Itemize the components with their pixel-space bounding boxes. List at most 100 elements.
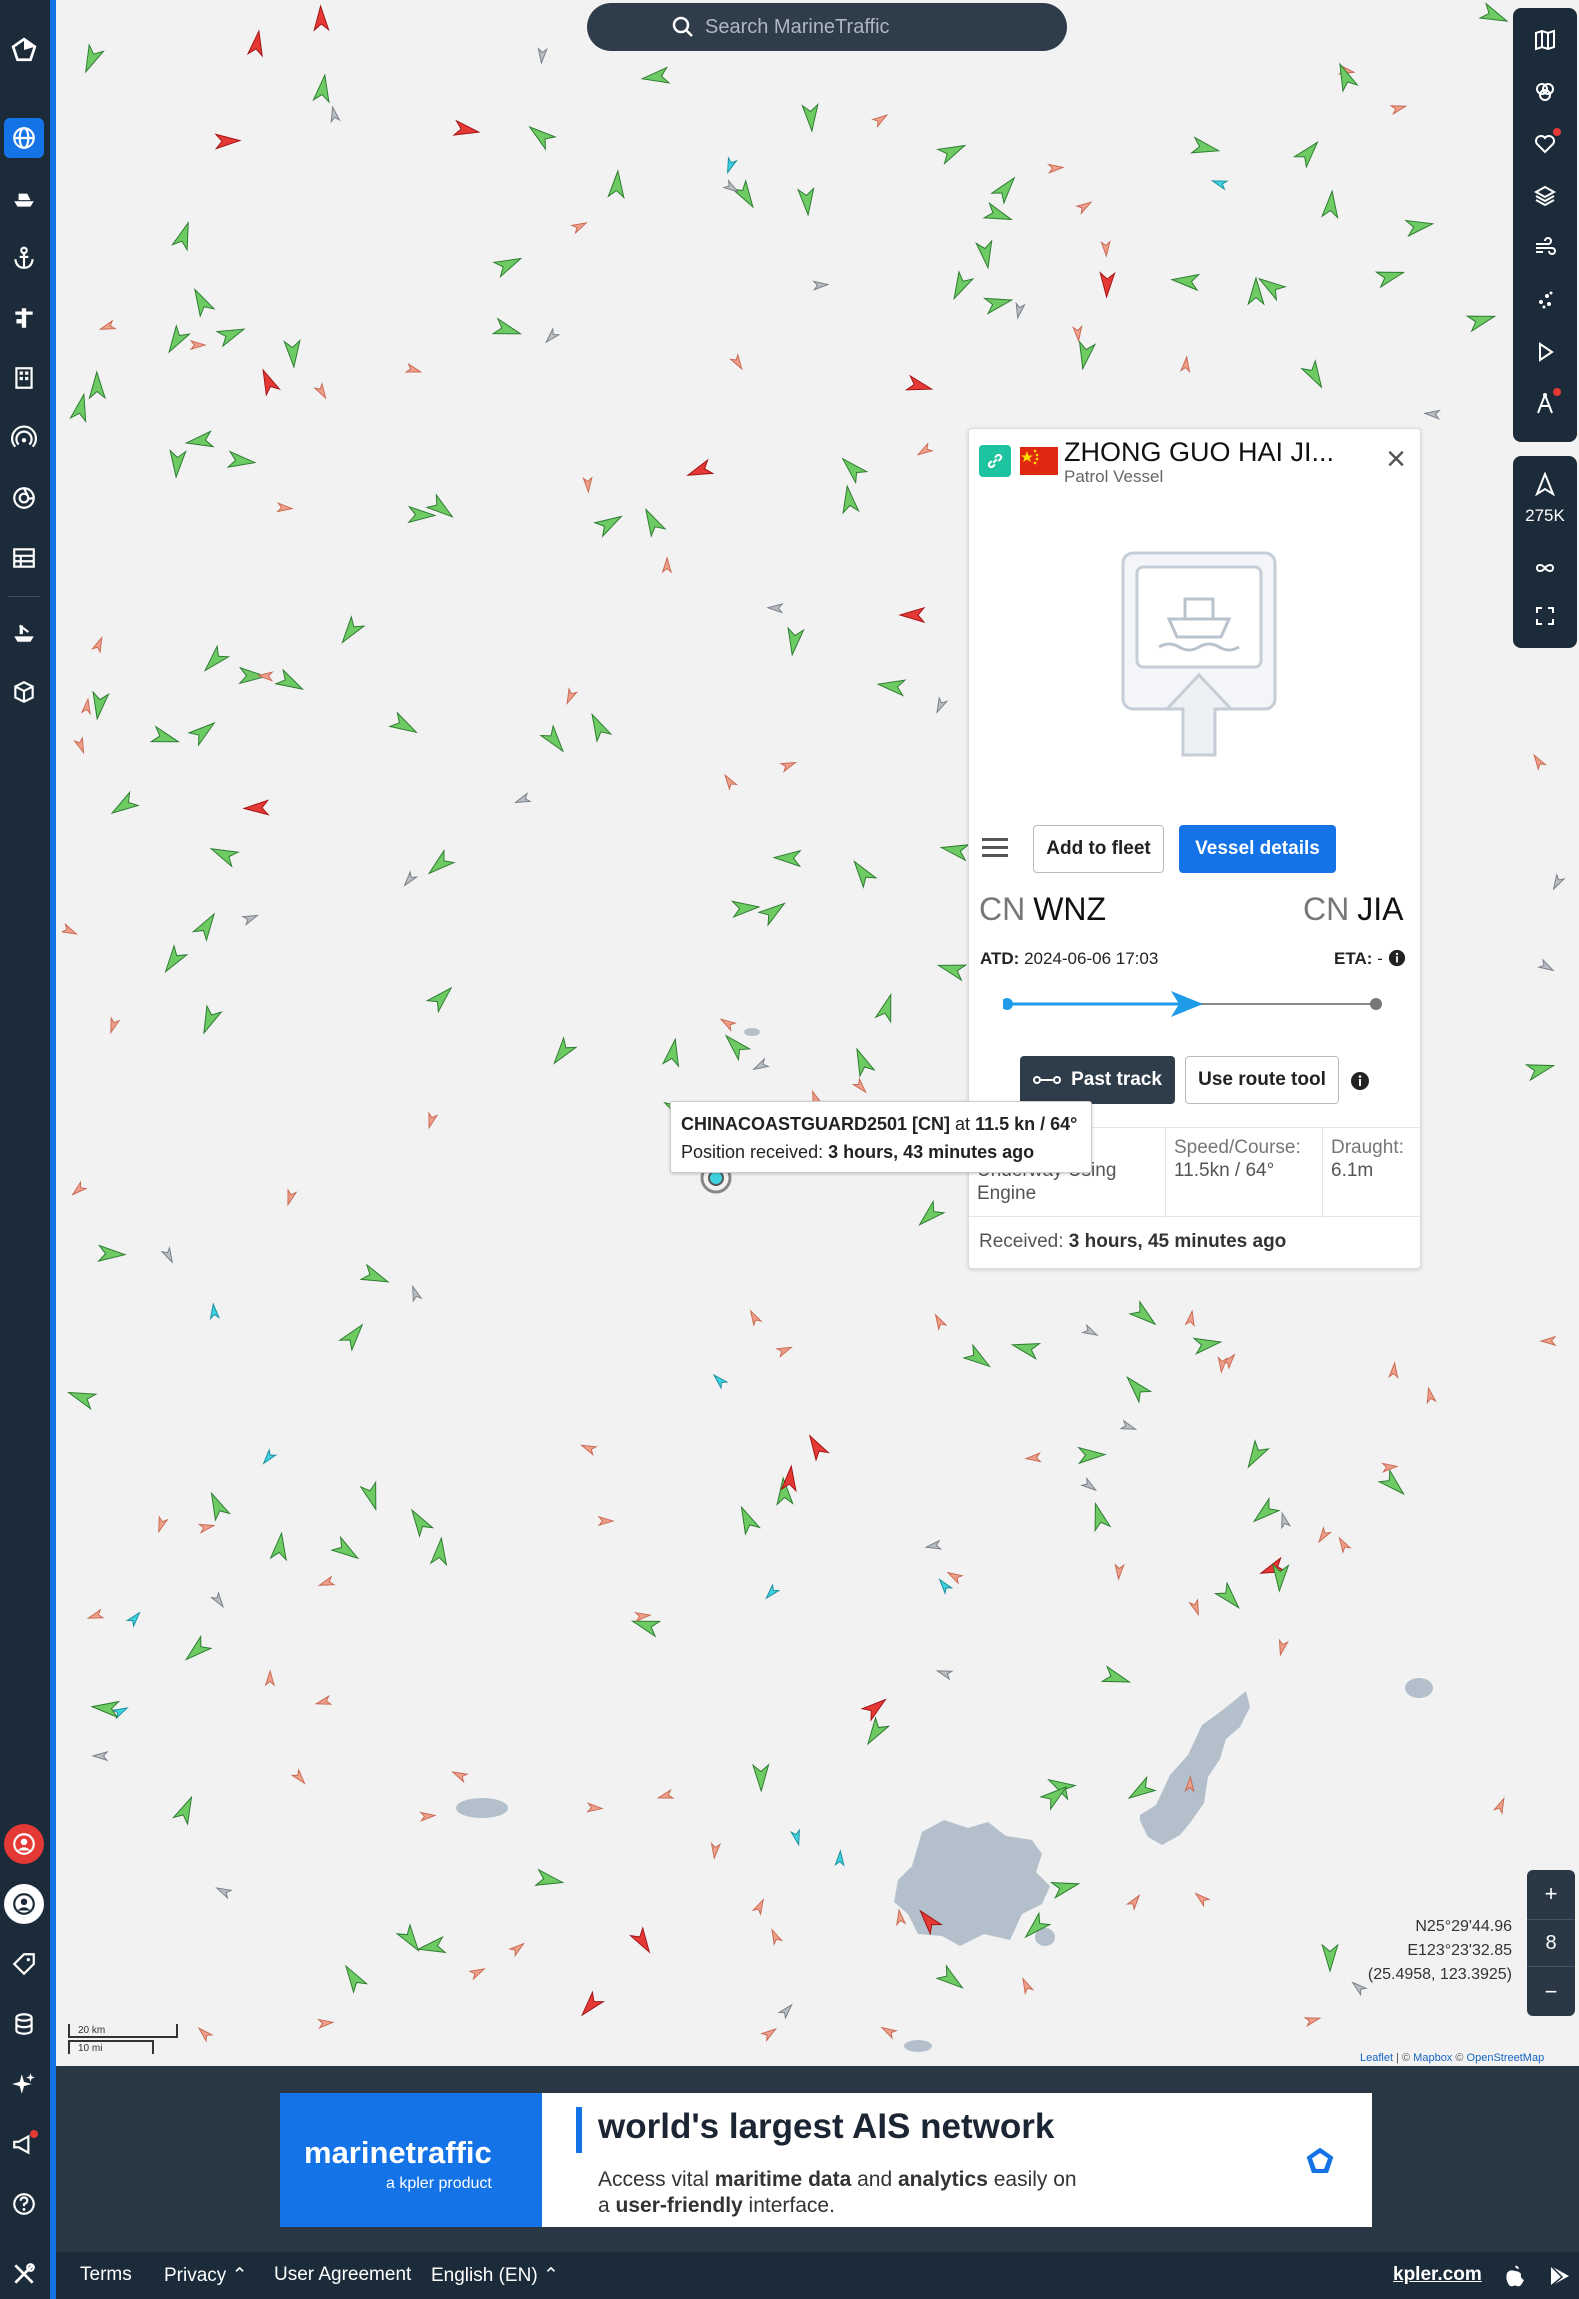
vessel-marker-icon[interactable]	[284, 1188, 298, 1207]
vessel-marker-icon[interactable]	[1217, 1356, 1228, 1374]
vessel-marker-icon[interactable]	[685, 458, 715, 482]
vessel-marker-icon[interactable]	[97, 1244, 127, 1263]
vessel-marker-icon[interactable]	[283, 338, 301, 369]
vessel-marker-icon[interactable]	[404, 362, 423, 376]
vessel-marker-icon[interactable]	[1075, 340, 1097, 371]
vessel-marker-icon[interactable]	[491, 317, 523, 342]
vessel-marker-icon[interactable]	[197, 1521, 216, 1534]
vessel-marker-icon[interactable]	[108, 790, 140, 819]
vessel-marker-icon[interactable]	[1336, 1536, 1352, 1554]
tools-icon[interactable]	[4, 2254, 44, 2294]
vessel-marker-icon[interactable]	[752, 1057, 770, 1073]
vessel-marker-icon[interactable]	[1388, 1361, 1399, 1379]
vessel-marker-icon[interactable]	[837, 453, 869, 485]
vessel-marker-icon[interactable]	[1210, 177, 1229, 191]
layers-icon[interactable]	[1525, 176, 1565, 216]
filter-icon[interactable]	[1525, 72, 1565, 112]
vessel-marker-icon[interactable]	[91, 1750, 109, 1762]
add-to-fleet-button[interactable]: Add to fleet	[1033, 825, 1164, 873]
vessel-marker-icon[interactable]	[214, 133, 242, 150]
vessel-marker-icon[interactable]	[313, 382, 329, 400]
vessel-marker-icon[interactable]	[1524, 1058, 1556, 1082]
vessel-marker-icon[interactable]	[916, 442, 934, 459]
vessel-marker-icon[interactable]	[780, 1464, 799, 1493]
vessel-marker-icon[interactable]	[719, 1016, 737, 1032]
vessel-marker-icon[interactable]	[90, 1699, 121, 1719]
measure-icon[interactable]	[1525, 384, 1565, 424]
vessel-marker-icon[interactable]	[628, 1926, 656, 1956]
globe-icon[interactable]	[4, 118, 44, 158]
vessel-marker-icon[interactable]	[848, 857, 878, 889]
vessel-marker-icon[interactable]	[1404, 216, 1435, 238]
vessel-marker-icon[interactable]	[1010, 1337, 1042, 1360]
zoom-in-button[interactable]: +	[1527, 1870, 1575, 1918]
vessel-marker-icon[interactable]	[1531, 753, 1547, 771]
vessel-marker-icon[interactable]	[1099, 271, 1116, 299]
vessel-marker-icon[interactable]	[513, 792, 532, 807]
mapbox-link[interactable]: Mapbox	[1413, 2052, 1452, 2064]
vessel-marker-icon[interactable]	[62, 922, 78, 938]
vessel-marker-icon[interactable]	[209, 1591, 227, 1609]
vessel-marker-icon[interactable]	[290, 1768, 307, 1786]
vessel-marker-icon[interactable]	[1321, 189, 1340, 220]
vessel-marker-icon[interactable]	[314, 1694, 333, 1708]
vessel-marker-icon[interactable]	[711, 1372, 729, 1390]
help-icon[interactable]	[4, 2184, 44, 2224]
vessel-marker-icon[interactable]	[734, 1504, 762, 1536]
vessel-marker-icon[interactable]	[168, 448, 187, 479]
vessel-marker-icon[interactable]	[834, 1849, 845, 1867]
infinity-icon[interactable]	[1525, 548, 1565, 588]
vessel-marker-icon[interactable]	[1465, 309, 1497, 333]
vessel-marker-icon[interactable]	[1114, 1563, 1125, 1581]
vessel-marker-icon[interactable]	[1193, 1890, 1211, 1908]
vessel-marker-icon[interactable]	[593, 510, 625, 538]
account-icon[interactable]	[4, 1884, 44, 1924]
vessel-marker-icon[interactable]	[429, 1536, 449, 1567]
vessel-marker-icon[interactable]	[204, 1490, 232, 1522]
vessel-marker-icon[interactable]	[1119, 1419, 1138, 1434]
vessel-marker-icon[interactable]	[1077, 1446, 1107, 1465]
vessel-marker-icon[interactable]	[409, 1284, 423, 1303]
vessel-arrow-icon[interactable]	[1525, 464, 1565, 504]
vessel-marker-icon[interactable]	[784, 626, 805, 657]
vessel-marker-icon[interactable]	[656, 1788, 675, 1802]
vessel-marker-icon[interactable]	[1125, 1893, 1142, 1911]
osm-link[interactable]: OpenStreetMap	[1467, 2052, 1545, 2064]
vessel-marker-icon[interactable]	[1249, 1497, 1281, 1528]
vessel-marker-icon[interactable]	[189, 339, 207, 351]
vessel-marker-icon[interactable]	[215, 322, 247, 348]
vessel-marker-icon[interactable]	[107, 1016, 121, 1035]
vessel-marker-icon[interactable]	[160, 1246, 176, 1264]
signal-icon[interactable]	[4, 418, 44, 458]
vessel-marker-icon[interactable]	[405, 1506, 435, 1538]
vessel-marker-icon[interactable]	[181, 1634, 213, 1666]
vessel-marker-icon[interactable]	[772, 849, 802, 868]
vessel-marker-icon[interactable]	[90, 635, 105, 654]
vessel-marker-icon[interactable]	[1179, 355, 1191, 373]
apple-icon[interactable]	[1504, 2264, 1526, 2288]
language-selector[interactable]: English (EN) ⌃	[431, 2264, 559, 2287]
vessel-marker-icon[interactable]	[779, 759, 798, 773]
vessel-marker-icon[interactable]	[935, 1964, 967, 1994]
vessel-marker-icon[interactable]	[876, 676, 907, 697]
vessel-marker-icon[interactable]	[451, 1768, 469, 1784]
vessel-marker-icon[interactable]	[730, 179, 759, 211]
vessel-marker-icon[interactable]	[729, 353, 746, 371]
vessel-loading-icon[interactable]	[4, 612, 44, 652]
vessel-marker-icon[interactable]	[149, 725, 181, 750]
leaflet-link[interactable]: Leaflet	[1360, 2052, 1393, 2064]
vessel-marker-icon[interactable]	[452, 119, 481, 139]
vessel-marker-icon[interactable]	[661, 1037, 683, 1068]
close-icon[interactable]: ×	[1381, 442, 1411, 476]
cube-icon[interactable]	[4, 672, 44, 712]
vessel-marker-icon[interactable]	[747, 1309, 763, 1327]
sparkle-icon[interactable]	[4, 2064, 44, 2104]
vessel-marker-icon[interactable]	[184, 430, 215, 450]
vessel-marker-icon[interactable]	[80, 697, 92, 716]
vessel-marker-icon[interactable]	[1019, 1977, 1035, 1995]
vessel-marker-icon[interactable]	[720, 1030, 752, 1062]
ship-icon[interactable]	[4, 178, 44, 218]
vessel-marker-icon[interactable]	[86, 1608, 105, 1622]
vessel-marker-icon[interactable]	[1049, 1876, 1081, 1899]
vessel-marker-icon[interactable]	[639, 506, 667, 538]
